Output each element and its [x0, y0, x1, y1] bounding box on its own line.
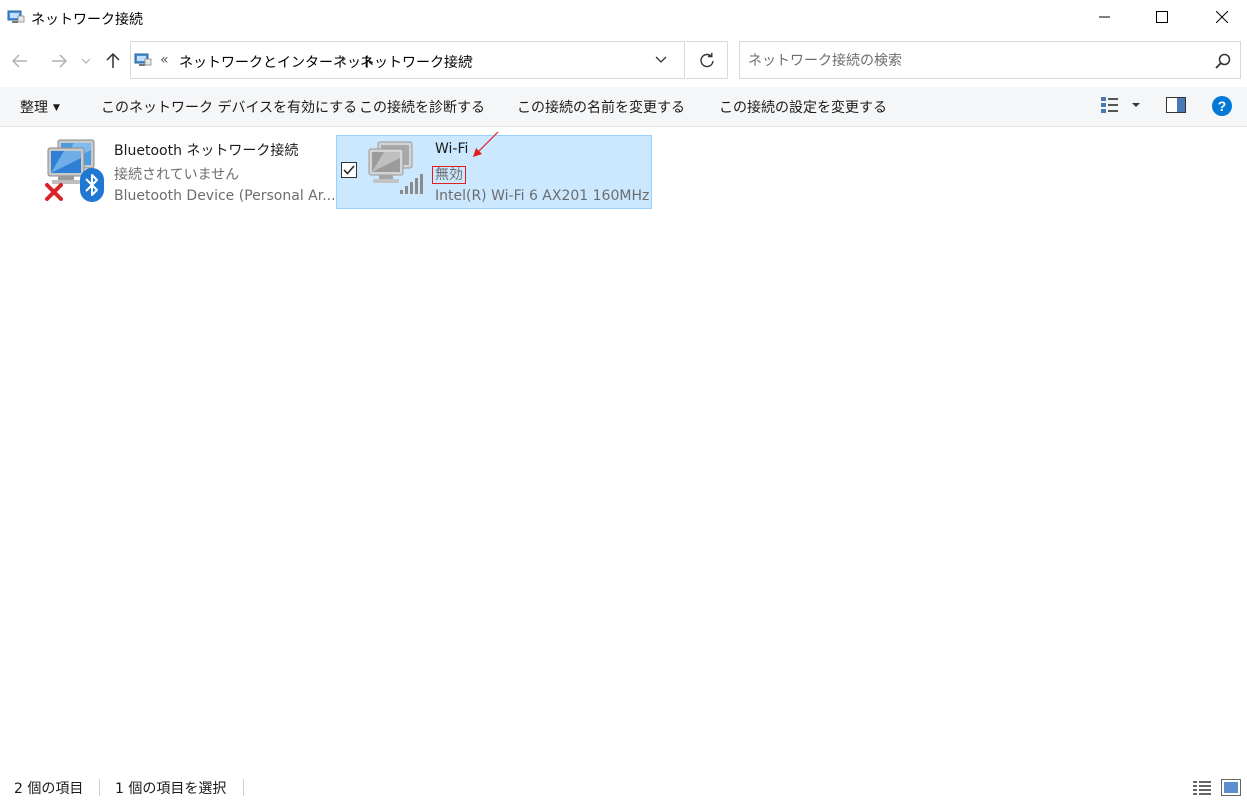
breadcrumb-separator[interactable]: › — [468, 51, 474, 67]
maximize-icon — [1156, 11, 1168, 23]
change-settings-button[interactable]: この接続の設定を変更する — [719, 97, 887, 117]
connection-name: Bluetooth ネットワーク接続 — [114, 143, 299, 159]
wifi-adapter-icon — [368, 141, 423, 194]
connection-device: Intel(R) Wi-Fi 6 AX201 160MHz — [435, 188, 650, 204]
command-bar: 整理 ▼ このネットワーク デバイスを有効にする この接続を診断する この接続の名… — [0, 87, 1247, 127]
status-divider — [99, 779, 100, 796]
preview-pane-icon — [1166, 97, 1186, 113]
maximize-button[interactable] — [1139, 0, 1185, 34]
back-button[interactable] — [7, 48, 33, 74]
connection-name: Wi-Fi — [435, 141, 469, 157]
back-arrow-icon — [12, 54, 27, 68]
network-folder-icon — [7, 10, 25, 23]
item-count: 2 個の項目 — [14, 781, 84, 797]
annotation-arrow-icon — [473, 131, 499, 157]
preview-pane-button[interactable] — [1166, 97, 1186, 115]
help-icon: ? — [1212, 96, 1232, 116]
enable-device-button[interactable]: このネットワーク デバイスを有効にする — [101, 97, 357, 117]
connection-device: Bluetooth Device (Personal Ar... — [114, 188, 336, 204]
minimize-icon — [1099, 16, 1110, 18]
status-bar: 2 個の項目 1 個の項目を選択 — [0, 775, 1247, 800]
connection-status: 無効 — [432, 164, 466, 184]
item-checkbox[interactable] — [341, 162, 357, 178]
close-icon — [1216, 11, 1228, 23]
svg-text:?: ? — [1218, 98, 1227, 114]
up-arrow-icon — [106, 53, 120, 68]
title-bar: ネットワーク接続 — [0, 0, 1247, 36]
view-options-icon — [1101, 97, 1118, 113]
dropdown-arrow-icon: ▼ — [53, 103, 60, 113]
close-button[interactable] — [1199, 0, 1245, 34]
organize-menu[interactable]: 整理 ▼ — [20, 97, 60, 117]
bluetooth-icon — [80, 168, 104, 202]
refresh-icon — [699, 52, 714, 68]
selected-count: 1 個の項目を選択 — [115, 781, 227, 797]
connection-status: 接続されていません — [114, 167, 240, 183]
address-dropdown[interactable] — [651, 51, 671, 69]
rename-button[interactable]: この接続の名前を変更する — [517, 97, 685, 117]
forward-button[interactable] — [46, 48, 72, 74]
breadcrumb-separator[interactable]: › — [341, 51, 347, 67]
refresh-button[interactable] — [686, 41, 728, 79]
checkmark-icon — [343, 165, 355, 175]
minimize-button[interactable] — [1082, 0, 1128, 34]
organize-label: 整理 — [20, 100, 48, 116]
search-icon[interactable] — [1214, 52, 1232, 70]
window-title: ネットワーク接続 — [31, 12, 143, 28]
network-folder-icon — [134, 53, 152, 66]
up-button[interactable] — [100, 48, 126, 74]
disconnected-x-icon — [45, 183, 63, 201]
breadcrumb-network-connections[interactable]: ネットワーク接続 — [360, 52, 472, 72]
forward-arrow-icon — [52, 54, 67, 68]
view-options-button[interactable] — [1100, 96, 1144, 116]
search-input[interactable] — [748, 51, 1198, 71]
recent-locations-button[interactable] — [77, 48, 95, 74]
help-button[interactable]: ? — [1211, 95, 1233, 117]
breadcrumb-overflow[interactable]: « — [160, 52, 169, 68]
connection-item-bluetooth[interactable]: Bluetooth ネットワーク接続 接続されていません Bluetooth D… — [44, 138, 336, 210]
search-box[interactable] — [739, 41, 1241, 79]
status-divider — [243, 779, 244, 796]
chevron-down-icon — [1132, 103, 1140, 107]
chevron-down-icon — [82, 58, 90, 64]
chevron-down-icon — [655, 56, 667, 63]
status-highlight-box: 無効 — [432, 166, 466, 184]
address-bar[interactable]: « ネットワークとインターネット › ネットワーク接続 › — [130, 41, 685, 79]
details-view-icon[interactable] — [1192, 780, 1212, 796]
large-icons-view-icon[interactable] — [1221, 779, 1241, 796]
diagnose-button[interactable]: この接続を診断する — [359, 97, 485, 117]
